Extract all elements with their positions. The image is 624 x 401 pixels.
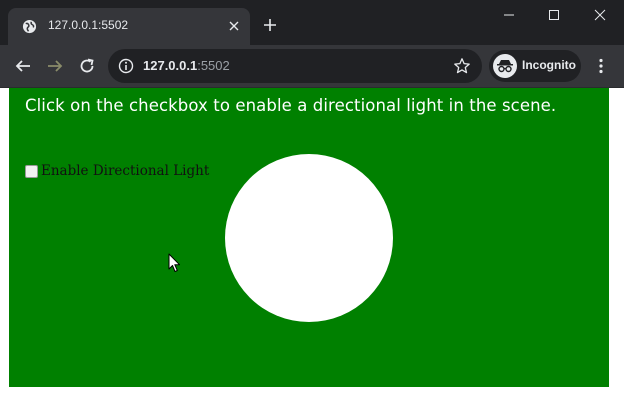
star-icon[interactable] <box>453 57 471 75</box>
info-icon[interactable] <box>118 58 134 74</box>
url-host: 127.0.0.1 <box>143 58 198 73</box>
mouse-cursor-icon <box>168 253 180 272</box>
checkbox-label: Enable Directional Light <box>41 163 210 179</box>
tab-strip: 127.0.0.1:5502 <box>0 0 624 45</box>
address-bar[interactable]: 127.0.0.1:5502 <box>108 49 482 83</box>
forward-arrow-icon[interactable] <box>40 51 70 81</box>
sphere-object <box>225 154 393 322</box>
webgl-scene[interactable]: Click on the checkbox to enable a direct… <box>9 88 609 387</box>
minimize-icon[interactable] <box>486 0 532 30</box>
browser-toolbar: 127.0.0.1:5502 Incognito <box>0 45 624 88</box>
browser-tab[interactable]: 127.0.0.1:5502 <box>8 8 250 45</box>
back-arrow-icon[interactable] <box>8 51 38 81</box>
globe-icon <box>22 19 37 34</box>
maximize-icon[interactable] <box>531 0 577 30</box>
directional-light-toggle[interactable]: Enable Directional Light <box>25 162 209 180</box>
instruction-text: Click on the checkbox to enable a direct… <box>25 96 557 115</box>
plus-icon[interactable] <box>260 15 280 35</box>
page-bottom-margin <box>0 387 624 401</box>
kebab-menu-icon[interactable] <box>590 55 612 77</box>
close-window-icon[interactable] <box>577 0 623 30</box>
url-text[interactable]: 127.0.0.1:5502 <box>143 58 230 73</box>
incognito-icon <box>493 54 517 78</box>
directional-light-checkbox[interactable] <box>25 164 38 178</box>
page-viewport: Click on the checkbox to enable a direct… <box>0 88 624 401</box>
incognito-label: Incognito <box>522 58 576 72</box>
tab-title: 127.0.0.1:5502 <box>48 18 129 32</box>
incognito-badge[interactable]: Incognito <box>489 50 581 82</box>
close-icon[interactable] <box>226 18 242 34</box>
reload-icon[interactable] <box>72 51 102 81</box>
url-port: :5502 <box>197 58 230 73</box>
